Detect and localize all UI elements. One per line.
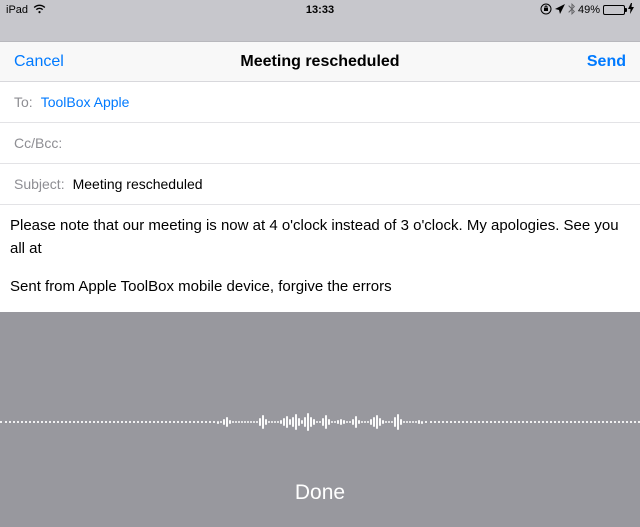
- dictation-done-button[interactable]: Done: [0, 463, 640, 527]
- to-field[interactable]: To: ToolBox Apple: [0, 82, 640, 123]
- device-label: iPad: [6, 4, 28, 16]
- waveform-bars: [215, 413, 425, 431]
- signature-text: Sent from Apple ToolBox mobile device, f…: [10, 276, 630, 299]
- dictation-panel: Done: [0, 312, 640, 527]
- header-fields: To: ToolBox Apple Cc/Bcc: Subject: Meeti…: [0, 82, 640, 205]
- to-label: To:: [14, 94, 33, 110]
- dictation-waveform: [0, 407, 640, 437]
- bluetooth-icon: [568, 3, 575, 18]
- compose-navbar: Cancel Meeting rescheduled Send: [0, 42, 640, 82]
- subject-field[interactable]: Subject: Meeting rescheduled: [0, 164, 640, 205]
- message-body[interactable]: Please note that our meeting is now at 4…: [0, 205, 640, 317]
- ccbcc-field[interactable]: Cc/Bcc:: [0, 123, 640, 164]
- background-toolbar: [0, 20, 640, 42]
- subject-label: Subject:: [14, 176, 65, 192]
- location-icon: [555, 4, 565, 17]
- charging-icon: [628, 3, 634, 17]
- wifi-icon: [33, 4, 46, 17]
- send-button[interactable]: Send: [587, 53, 626, 71]
- body-text: Please note that our meeting is now at 4…: [10, 215, 630, 260]
- subject-value: Meeting rescheduled: [73, 176, 203, 192]
- status-bar: iPad 13:33 49%: [0, 0, 640, 20]
- ccbcc-label: Cc/Bcc:: [14, 135, 62, 151]
- orientation-lock-icon: [540, 3, 552, 18]
- battery-icon: [603, 5, 625, 15]
- battery-percent: 49%: [578, 4, 600, 16]
- to-recipient[interactable]: ToolBox Apple: [41, 94, 130, 110]
- compose-title: Meeting rescheduled: [0, 53, 640, 71]
- cancel-button[interactable]: Cancel: [14, 53, 64, 71]
